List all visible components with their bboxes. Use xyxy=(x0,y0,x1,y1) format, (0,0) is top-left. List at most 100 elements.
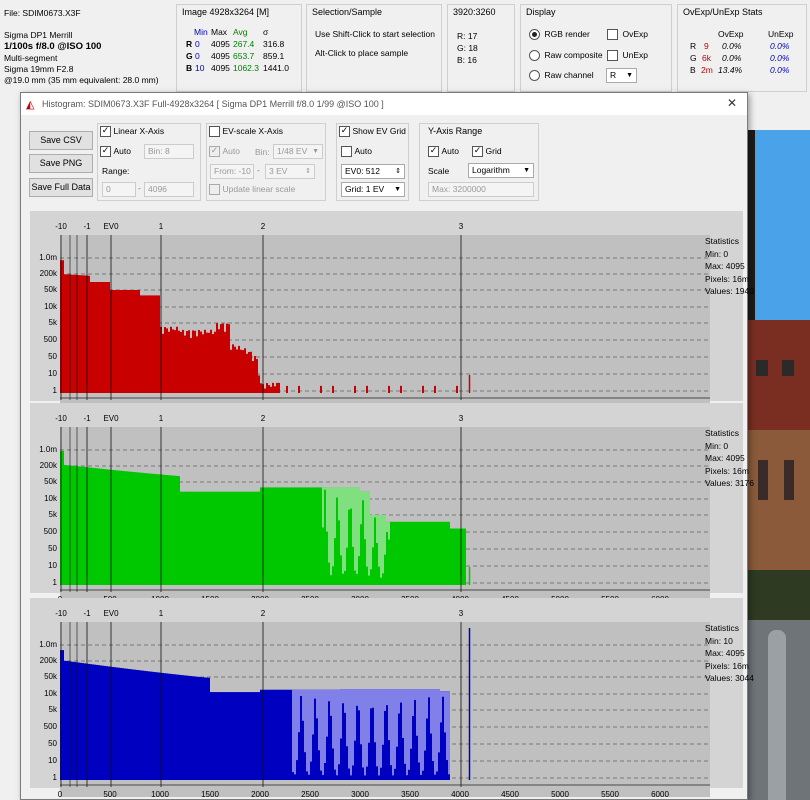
histogram-bar xyxy=(180,331,182,393)
blue-statistics: Statistics Min: 10 Max: 4095 Pixels: 16m Val… xyxy=(705,622,754,685)
histogram-bar xyxy=(168,673,170,780)
unexp-checkbox[interactable]: UnExp xyxy=(607,50,648,62)
col-max: Max xyxy=(211,27,228,37)
photo-preview xyxy=(748,130,810,800)
x-axis-label: 5000 xyxy=(551,790,569,799)
y-max-field[interactable]: Max: 3200000 xyxy=(428,182,534,197)
linear-x-axis-checkbox[interactable]: Linear X-Axis xyxy=(100,126,164,138)
stats-title: Statistics xyxy=(705,428,740,438)
y-axis-label: 500 xyxy=(43,527,57,536)
range-from-field[interactable]: 0 xyxy=(102,182,136,197)
green-histogram-plot[interactable] xyxy=(60,427,710,602)
histogram-titlebar[interactable]: ◭ Histogram: SDIM0673.X3F Full-4928x3264… xyxy=(21,93,747,115)
histogram-bar-light xyxy=(318,689,320,751)
ev-to-field[interactable]: 3 EV ⇕ xyxy=(265,164,315,179)
histogram-bar xyxy=(138,472,140,585)
histogram-bar xyxy=(112,290,114,393)
green-statistics: Statistics Min: 0 Max: 4095 Pixels: 16m Valu… xyxy=(705,427,754,490)
histogram-bar xyxy=(120,667,122,780)
histogram-bar xyxy=(180,491,182,585)
histogram-bar xyxy=(278,689,280,780)
x-axis-label: 500 xyxy=(103,790,117,799)
histogram-bar xyxy=(392,521,394,585)
stats-pixels: Pixels: 16m xyxy=(705,273,749,284)
ev-scale-label: EV-scale X-Axis xyxy=(222,126,283,136)
raw-channel-radio[interactable]: Raw channel xyxy=(529,70,594,82)
histogram-bar xyxy=(328,689,330,780)
histogram-bar xyxy=(132,669,134,780)
save-full-data-button[interactable]: Save Full Data xyxy=(29,178,93,197)
ev-scale-checkbox[interactable]: EV-scale X-Axis xyxy=(209,126,283,138)
chevron-down-icon: ▼ xyxy=(523,167,530,174)
histogram-bar xyxy=(204,329,206,393)
blue-histogram-plot[interactable] xyxy=(60,622,710,797)
grid-ev-select[interactable]: Grid: 1 EV ▼ xyxy=(341,182,405,197)
histogram-bar xyxy=(454,528,456,585)
histogram-bar xyxy=(286,689,288,780)
histogram-bar xyxy=(88,275,90,393)
y-scale-select[interactable]: Logarithm ▼ xyxy=(468,163,534,178)
raw-composite-radio[interactable]: Raw composite xyxy=(529,50,603,62)
linear-auto-checkbox[interactable]: Auto xyxy=(100,146,131,158)
histogram-bar-light xyxy=(328,689,330,702)
save-png-button[interactable]: Save PNG xyxy=(29,154,93,173)
close-icon[interactable]: ✕ xyxy=(727,96,737,110)
histogram-bar xyxy=(286,385,288,393)
histogram-bar-light xyxy=(354,689,356,741)
histogram-bar xyxy=(122,290,124,393)
histogram-bar xyxy=(216,692,218,780)
show-ev-grid-checkbox[interactable]: Show EV Grid xyxy=(339,126,406,138)
histogram-bar xyxy=(336,487,338,585)
histogram-bar-light xyxy=(386,689,388,706)
histogram-bar-light xyxy=(380,515,382,578)
histogram-bar-light xyxy=(336,689,338,776)
range-to-field[interactable]: 4096 xyxy=(144,182,194,197)
show-ev-grid-label: Show EV Grid xyxy=(352,126,406,136)
histogram-bar xyxy=(204,491,206,585)
histogram-bar xyxy=(188,330,190,393)
histogram-bar xyxy=(224,692,226,780)
y-axis-label: 500 xyxy=(43,335,57,344)
histogram-bar xyxy=(420,521,422,585)
histogram-bar xyxy=(208,491,210,585)
raw-channel-select[interactable]: R ▼ xyxy=(606,68,637,83)
histogram-bar xyxy=(270,487,272,585)
ev-auto-checkbox[interactable]: Auto xyxy=(209,146,240,158)
histogram-bar xyxy=(230,692,232,780)
ovexp-checkbox[interactable]: OvExp xyxy=(607,29,648,41)
save-csv-button[interactable]: Save CSV xyxy=(29,131,93,150)
histogram-bar-light xyxy=(350,689,352,776)
ev-grid-auto-checkbox[interactable]: Auto xyxy=(341,146,372,158)
rgb-render-radio[interactable]: RGB render xyxy=(529,29,590,41)
histogram-bar xyxy=(148,295,150,393)
histogram-bar xyxy=(120,290,122,393)
ev0-field[interactable]: EV0: 512 ⇕ xyxy=(341,164,405,179)
ev-bin-select[interactable]: 1/48 EV ▼ xyxy=(273,144,323,159)
stats-values: Values: 1940 xyxy=(705,286,754,296)
histogram-bar xyxy=(240,692,242,780)
histogram-bar xyxy=(444,521,446,585)
x-axis-label: 6000 xyxy=(651,790,669,799)
ev-from-field[interactable]: From: -10 xyxy=(210,164,254,179)
histogram-bar xyxy=(144,295,146,393)
histogram-bar xyxy=(270,689,272,780)
histogram-bar xyxy=(172,674,174,780)
histogram-bar-light xyxy=(442,691,444,697)
histogram-bar xyxy=(258,692,260,780)
histogram-bar xyxy=(142,295,144,393)
y-auto-checkbox[interactable]: Auto xyxy=(428,146,459,158)
histogram-bar-light xyxy=(368,491,370,576)
y-axis-label: 10k xyxy=(44,494,57,503)
y-grid-checkbox[interactable]: Grid xyxy=(472,146,502,158)
ev-bin-label: Bin: xyxy=(255,147,270,157)
histogram-bar xyxy=(410,521,412,585)
red-histogram-plot[interactable] xyxy=(60,235,710,410)
stats-values: Values: 3044 xyxy=(705,673,754,683)
update-linear-checkbox[interactable]: Update linear scale xyxy=(209,184,295,196)
histogram-bar xyxy=(98,665,100,780)
row-g-min: 0 xyxy=(195,51,200,61)
histogram-bar xyxy=(106,469,108,585)
histogram-bar-light xyxy=(304,689,306,753)
linear-bin-field[interactable]: Bin: 8 xyxy=(144,144,194,159)
ev-label: 1 xyxy=(158,609,164,618)
